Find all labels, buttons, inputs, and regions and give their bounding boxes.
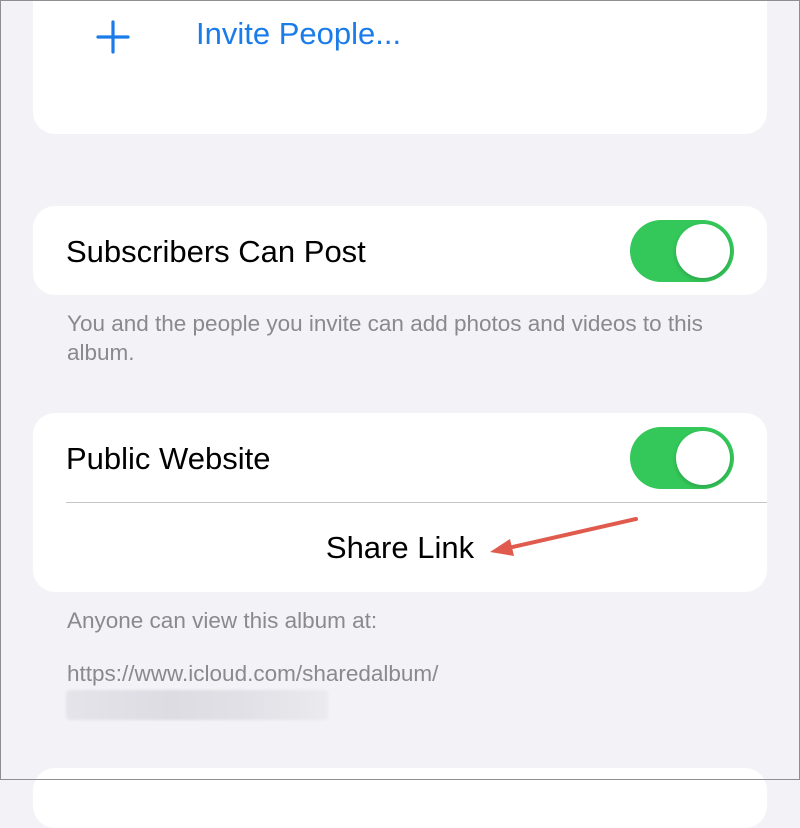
invite-card: Invite People... xyxy=(33,0,767,134)
next-section-card xyxy=(33,768,767,828)
toggle-knob xyxy=(676,431,730,485)
subscribers-can-post-row: Subscribers Can Post xyxy=(33,206,767,295)
invite-people-label: Invite People... xyxy=(196,16,402,51)
public-website-label: Public Website xyxy=(66,441,271,476)
public-website-toggle[interactable] xyxy=(630,427,734,489)
plus-icon xyxy=(96,20,130,54)
subscribers-footnote: You and the people you invite can add ph… xyxy=(67,311,703,365)
subscribers-can-post-toggle[interactable] xyxy=(630,220,734,282)
public-website-footnote: Anyone can view this album at: xyxy=(67,608,378,633)
redacted-url-segment xyxy=(66,690,328,720)
public-website-card: Public Website Share Link xyxy=(33,413,767,592)
toggle-knob xyxy=(676,224,730,278)
album-url: https://www.icloud.com/sharedalbum/ xyxy=(67,661,439,686)
subscribers-can-post-label: Subscribers Can Post xyxy=(66,234,366,269)
annotation-arrow-icon xyxy=(490,517,638,556)
share-link-button[interactable]: Share Link xyxy=(33,503,767,592)
invite-people-button[interactable]: Invite People... xyxy=(33,0,767,72)
